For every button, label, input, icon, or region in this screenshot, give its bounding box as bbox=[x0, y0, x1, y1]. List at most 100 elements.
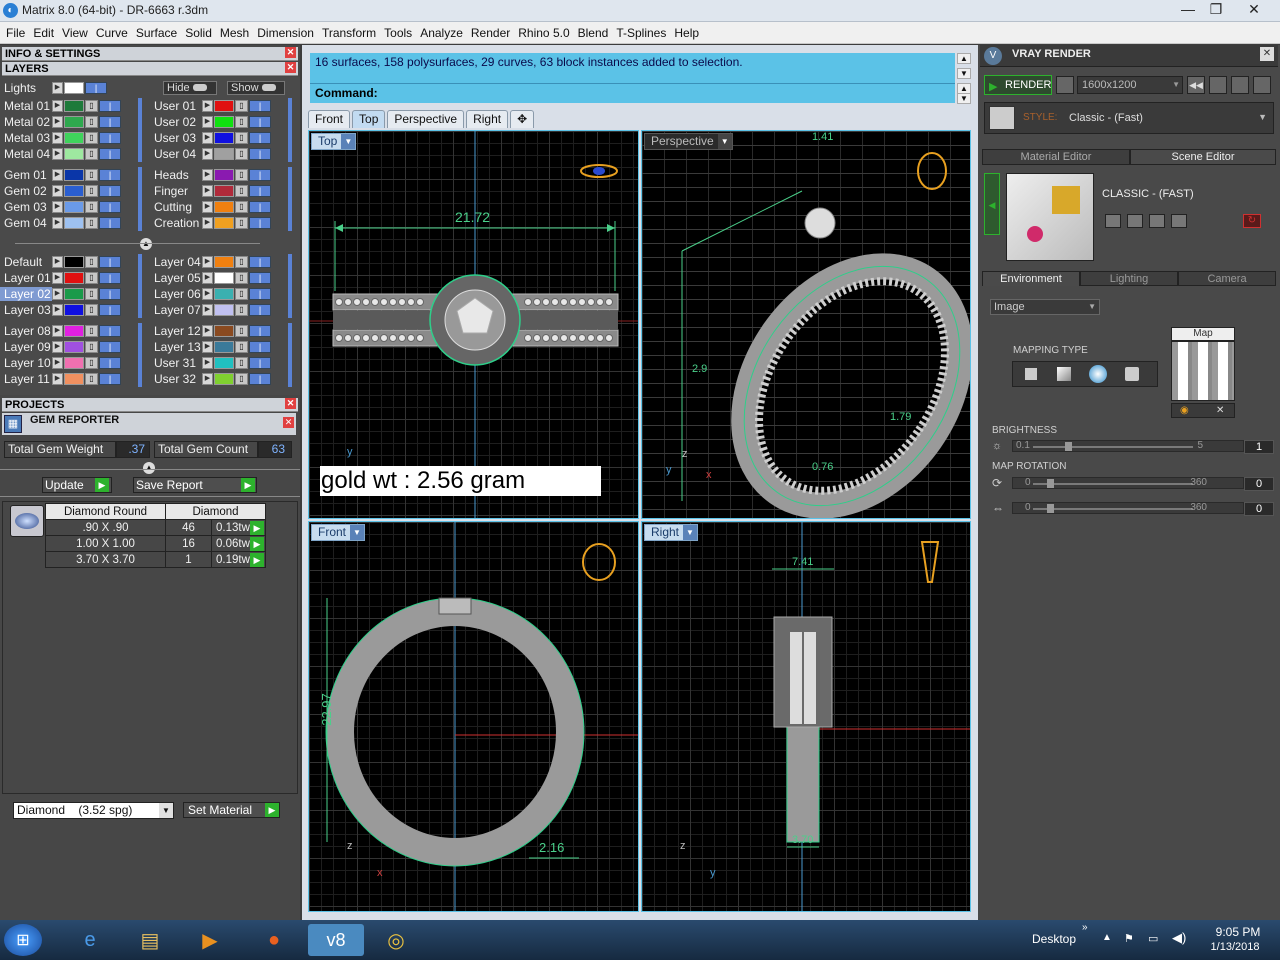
sphere-mapping-icon[interactable] bbox=[1089, 365, 1107, 383]
expand-icon[interactable]: ▶ bbox=[202, 303, 213, 316]
expand-icon[interactable]: ▶ bbox=[52, 356, 63, 369]
layer-color-swatch[interactable] bbox=[64, 131, 84, 144]
layer-name[interactable]: Gem 04 bbox=[0, 216, 52, 230]
layer-color-swatch[interactable] bbox=[214, 287, 234, 300]
layer-name[interactable]: Heads bbox=[150, 168, 202, 182]
expand-icon[interactable]: ▶ bbox=[202, 184, 213, 197]
desktop-label[interactable]: Desktop bbox=[1032, 932, 1076, 946]
menu-item-dimension[interactable]: Dimension bbox=[253, 26, 318, 40]
play-icon[interactable]: ▶ bbox=[265, 803, 279, 817]
menu-item-tools[interactable]: Tools bbox=[380, 26, 416, 40]
layer-visibility-toggle[interactable]: | bbox=[99, 147, 121, 160]
layer-row[interactable]: Layer 07 ▶ ▯ | bbox=[150, 302, 271, 317]
lock-icon[interactable]: ▯ bbox=[235, 271, 248, 284]
layer-row[interactable]: Gem 04 ▶ ▯ | bbox=[0, 215, 121, 230]
menu-item-transform[interactable]: Transform bbox=[318, 26, 380, 40]
layer-color-swatch[interactable] bbox=[214, 372, 234, 385]
close-icon[interactable]: ✕ bbox=[285, 62, 296, 73]
layer-visibility-toggle[interactable]: | bbox=[249, 200, 271, 213]
expand-icon[interactable]: ▶ bbox=[202, 216, 213, 229]
list-icon[interactable] bbox=[1231, 76, 1249, 94]
layer-visibility-toggle[interactable]: | bbox=[249, 372, 271, 385]
layer-name[interactable]: Layer 06 bbox=[150, 287, 202, 301]
tab-right[interactable]: Right bbox=[466, 110, 509, 128]
layer-row[interactable]: Layer 01 ▶ ▯ | bbox=[0, 270, 121, 285]
menu-item-blend[interactable]: Blend bbox=[574, 26, 613, 40]
layer-color-swatch[interactable] bbox=[214, 303, 234, 316]
volume-icon[interactable]: ◀) bbox=[1172, 930, 1186, 946]
expand-icon[interactable]: ▶ bbox=[52, 115, 63, 128]
media-player-icon[interactable]: ▶ bbox=[190, 924, 230, 956]
menu-item-solid[interactable]: Solid bbox=[181, 26, 216, 40]
expand-icon[interactable]: ▶ bbox=[52, 324, 63, 337]
layer-name[interactable]: Gem 01 bbox=[0, 168, 52, 182]
layer-row[interactable]: User 31 ▶ ▯ | bbox=[150, 355, 271, 370]
layer-visibility-toggle[interactable]: | bbox=[249, 216, 271, 229]
camera-icon[interactable] bbox=[1056, 76, 1074, 94]
layer-color-swatch[interactable] bbox=[64, 356, 84, 369]
expand-icon[interactable]: ▶ bbox=[52, 184, 63, 197]
layer-color-swatch[interactable] bbox=[64, 340, 84, 353]
layer-color-swatch[interactable] bbox=[64, 372, 84, 385]
scroll-down-icon[interactable]: ▼ bbox=[957, 68, 971, 79]
tab-top[interactable]: Top bbox=[352, 110, 386, 128]
folder-icon[interactable]: ▤ bbox=[130, 924, 170, 956]
layer-visibility-toggle[interactable]: | bbox=[99, 200, 121, 213]
layer-color-swatch[interactable] bbox=[214, 115, 234, 128]
lock-icon[interactable]: ▯ bbox=[85, 303, 98, 316]
expand-icon[interactable]: ▶ bbox=[52, 99, 63, 112]
show-button[interactable]: Show bbox=[227, 81, 285, 95]
layer-color-swatch[interactable] bbox=[64, 324, 84, 337]
layer-row[interactable]: User 03 ▶ ▯ | bbox=[150, 130, 271, 145]
lock-icon[interactable]: ▯ bbox=[85, 216, 98, 229]
layer-color-swatch[interactable] bbox=[64, 271, 84, 284]
matrix-app-icon[interactable]: v8 bbox=[308, 924, 364, 956]
layer-color-swatch[interactable] bbox=[64, 200, 84, 213]
layer-visibility-toggle[interactable]: | bbox=[249, 271, 271, 284]
expand-icon[interactable]: ▶ bbox=[52, 81, 63, 94]
diamond-icon[interactable] bbox=[10, 505, 44, 537]
menu-item-help[interactable]: Help bbox=[670, 26, 703, 40]
menu-item-t-splines[interactable]: T-Splines bbox=[612, 26, 670, 40]
tab-environment[interactable]: Environment bbox=[982, 271, 1080, 286]
layer-row[interactable]: Layer 09 ▶ ▯ | bbox=[0, 339, 121, 354]
lock-icon[interactable]: ▯ bbox=[235, 147, 248, 160]
save-icon[interactable] bbox=[1105, 214, 1121, 228]
layer-row[interactable]: Layer 06 ▶ ▯ | bbox=[150, 286, 271, 301]
layer-name[interactable]: Metal 04 bbox=[0, 147, 52, 161]
restore-button[interactable]: ❐ bbox=[1200, 0, 1232, 20]
tab-camera[interactable]: Camera bbox=[1178, 271, 1276, 286]
layer-visibility-toggle[interactable]: | bbox=[249, 99, 271, 112]
info-settings-header[interactable]: INFO & SETTINGS ✕ bbox=[2, 47, 298, 61]
menu-item-file[interactable]: File bbox=[2, 26, 29, 40]
menu-item-mesh[interactable]: Mesh bbox=[216, 26, 253, 40]
clock-time[interactable]: 9:05 PM bbox=[1208, 925, 1268, 939]
layer-name[interactable]: User 02 bbox=[150, 115, 202, 129]
rotation-slider-2[interactable]: 0 360 bbox=[1012, 502, 1244, 514]
layer-color-swatch[interactable] bbox=[214, 184, 234, 197]
layer-visibility-toggle[interactable]: | bbox=[249, 168, 271, 181]
expand-icon[interactable]: ▶ bbox=[52, 131, 63, 144]
layer-row[interactable]: User 04 ▶ ▯ | bbox=[150, 146, 271, 161]
layer-visibility-toggle[interactable]: | bbox=[99, 271, 121, 284]
rot1-value[interactable]: 0 bbox=[1244, 477, 1274, 491]
rot2-value[interactable]: 0 bbox=[1244, 502, 1274, 516]
lock-icon[interactable]: ▯ bbox=[85, 356, 98, 369]
expand-icon[interactable]: ▶ bbox=[202, 115, 213, 128]
material-select[interactable]: Diamond (3.52 spg) ▼ bbox=[13, 802, 174, 819]
lock-icon[interactable]: ▯ bbox=[85, 168, 98, 181]
tab-perspective[interactable]: Perspective bbox=[387, 110, 465, 128]
expand-icon[interactable]: ▶ bbox=[52, 372, 63, 385]
render-button[interactable]: ▶ RENDER bbox=[984, 75, 1052, 95]
expand-icon[interactable]: ▶ bbox=[52, 147, 63, 160]
layer-color-swatch[interactable] bbox=[64, 147, 84, 160]
layer-visibility-toggle[interactable]: | bbox=[249, 340, 271, 353]
tab-material-editor[interactable]: Material Editor bbox=[982, 149, 1130, 165]
lock-icon[interactable]: ▯ bbox=[235, 356, 248, 369]
layer-name[interactable]: Gem 02 bbox=[0, 184, 52, 198]
menu-item-curve[interactable]: Curve bbox=[92, 26, 132, 40]
layer-row[interactable]: Heads ▶ ▯ | bbox=[150, 167, 271, 182]
layer-name[interactable]: Layer 08 bbox=[0, 324, 52, 338]
layer-visibility-toggle[interactable]: | bbox=[249, 255, 271, 268]
layer-row[interactable]: Layer 12 ▶ ▯ | bbox=[150, 323, 271, 338]
